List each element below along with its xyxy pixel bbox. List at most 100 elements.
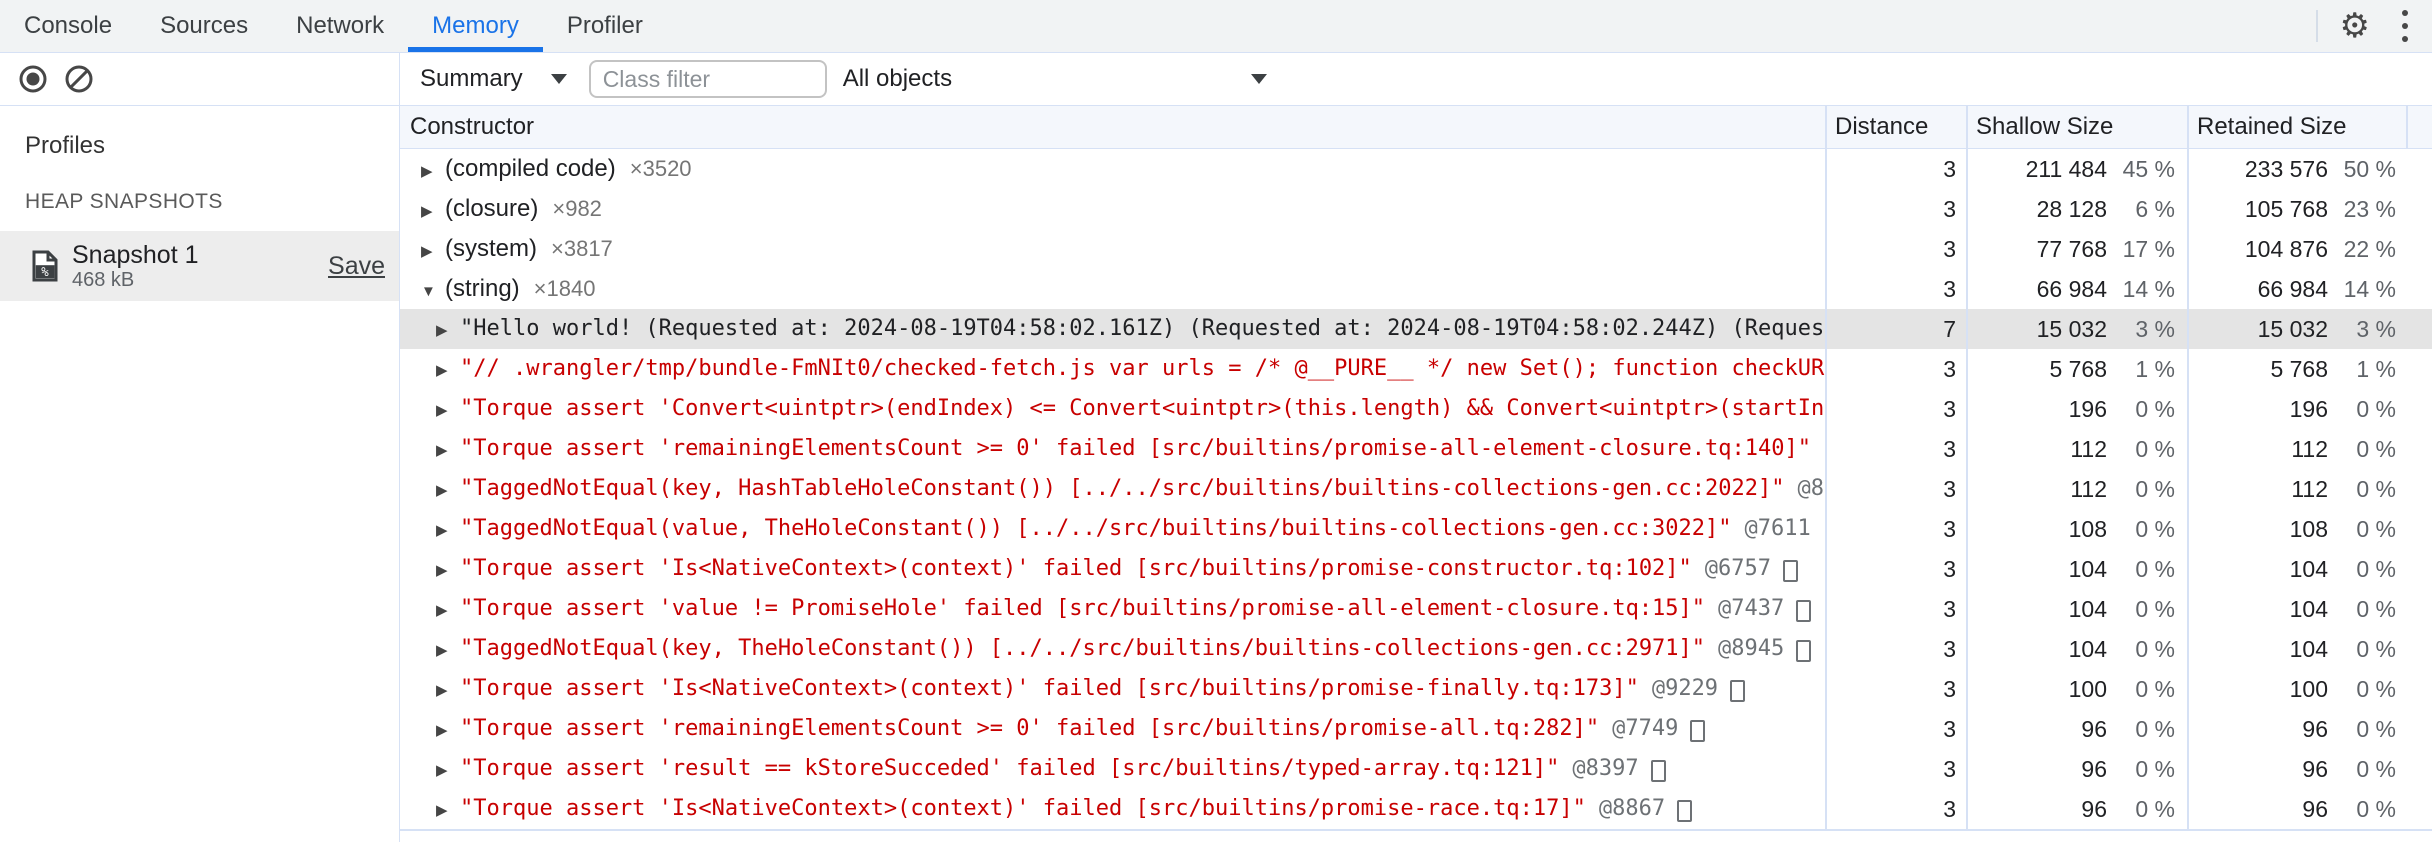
devtools-tabbar: Console Sources Network Memory Profiler ⚙ bbox=[0, 0, 2432, 53]
retained-size-cell: 233 576 50 % bbox=[2187, 149, 2408, 189]
base-snapshot-select[interactable]: All objects bbox=[843, 65, 1267, 93]
table-row[interactable]: ▶ "TaggedNotEqual(key, HashTableHoleConst… bbox=[400, 469, 2432, 509]
expand-arrow-icon[interactable]: ▶ bbox=[436, 431, 460, 469]
table-row[interactable]: ▶ "TaggedNotEqual(key, TheHoleConstant())… bbox=[400, 629, 2432, 669]
settings-gear-icon[interactable]: ⚙ bbox=[2340, 9, 2370, 43]
snapshot-save-link[interactable]: Save bbox=[328, 252, 385, 281]
table-row[interactable]: ▶ "Torque assert 'Is<NativeContext>(conte… bbox=[400, 789, 2432, 829]
chevron-down-icon bbox=[550, 74, 567, 84]
expand-arrow-icon[interactable]: ▶ bbox=[436, 511, 460, 549]
row-filler bbox=[2408, 669, 2432, 709]
distance-cell: 3 bbox=[1825, 189, 1966, 229]
table-row[interactable]: ▶ (closure) ×982 3 28 128 6 % 105 768 23 % bbox=[400, 189, 2432, 229]
expand-arrow-icon[interactable]: ▼ bbox=[421, 272, 445, 309]
expand-arrow-icon[interactable]: ▶ bbox=[436, 471, 460, 509]
constructor-cell: ▶ (closure) ×982 bbox=[400, 189, 1825, 229]
profiles-toolbar bbox=[0, 53, 399, 106]
table-row[interactable]: ▶ "Torque assert 'Is<NativeContext>(conte… bbox=[400, 549, 2432, 589]
retained-size-cell: 96 0 % bbox=[2187, 789, 2408, 829]
table-row[interactable]: ▶ (system) ×3817 3 77 768 17 % 104 876 22 % bbox=[400, 229, 2432, 269]
table-row[interactable]: ▶ "// .wrangler/tmp/bundle-FmNIt0/checked… bbox=[400, 349, 2432, 389]
distance-cell: 3 bbox=[1825, 229, 1966, 269]
snapshot-size: 468 kB bbox=[72, 269, 135, 291]
tab-sources[interactable]: Sources bbox=[136, 0, 272, 52]
constructor-name: "TaggedNotEqual(key, TheHoleConstant()) … bbox=[460, 636, 1706, 661]
tab-memory[interactable]: Memory bbox=[408, 0, 543, 52]
constructor-cell: ▶ "Torque assert 'Convert<uintptr>(endInd… bbox=[400, 389, 1825, 429]
constructor-cell: ▶ "Torque assert 'remainingElementsCount … bbox=[400, 709, 1825, 749]
expand-arrow-icon[interactable]: ▶ bbox=[421, 152, 445, 189]
perspective-select[interactable]: Summary bbox=[420, 65, 567, 93]
table-row[interactable]: ▼ (string) ×1840 3 66 984 14 % 66 984 14 % bbox=[400, 269, 2432, 309]
expand-arrow-icon[interactable]: ▶ bbox=[436, 311, 460, 349]
column-header-filler bbox=[2408, 106, 2432, 148]
expand-arrow-icon[interactable]: ▶ bbox=[436, 351, 460, 389]
constructor-cell: ▼ (string) ×1840 bbox=[400, 269, 1825, 309]
table-row[interactable]: ▶ "Torque assert 'result == kStoreSuccede… bbox=[400, 749, 2432, 789]
tab-profiler[interactable]: Profiler bbox=[543, 0, 667, 52]
table-row[interactable]: ▶ "TaggedNotEqual(value, TheHoleConstant(… bbox=[400, 509, 2432, 549]
devtools-window: Console Sources Network Memory Profiler ⚙ Pr… bbox=[0, 0, 2432, 842]
tab-network[interactable]: Network bbox=[272, 0, 408, 52]
shallow-size-cell: 196 0 % bbox=[1966, 389, 2187, 429]
constructor-cell: ▶ (compiled code) ×3520 bbox=[400, 149, 1825, 189]
shallow-size-cell: 104 0 % bbox=[1966, 589, 2187, 629]
column-header-retained-size[interactable]: Retained Size bbox=[2187, 106, 2408, 148]
expand-arrow-icon[interactable]: ▶ bbox=[436, 551, 460, 589]
tab-strip: Console Sources Network Memory Profiler bbox=[0, 0, 2316, 52]
row-filler bbox=[2408, 629, 2432, 669]
shallow-size-cell: 112 0 % bbox=[1966, 469, 2187, 509]
expand-arrow-icon[interactable]: ▶ bbox=[421, 192, 445, 229]
base-snapshot-select-value: All objects bbox=[842, 65, 953, 92]
constructor-cell: ▶ "TaggedNotEqual(value, TheHoleConstant(… bbox=[400, 509, 1825, 549]
table-row[interactable]: ▶ "Hello world! (Requested at: 2024-08-19… bbox=[400, 309, 2432, 349]
clear-profiles-icon[interactable] bbox=[65, 65, 93, 93]
distance-cell: 3 bbox=[1825, 709, 1966, 749]
retained-size-cell: 15 032 3 % bbox=[2187, 309, 2408, 349]
table-row[interactable]: ▶ "Torque assert 'Is<NativeContext>(conte… bbox=[400, 669, 2432, 709]
column-header-constructor[interactable]: Constructor bbox=[400, 106, 1825, 148]
expand-arrow-icon[interactable]: ▶ bbox=[421, 232, 445, 269]
constructor-name: (compiled code) bbox=[445, 155, 616, 182]
table-row[interactable]: ▶ "Torque assert 'remainingElementsCount … bbox=[400, 429, 2432, 469]
shallow-size-cell: 96 0 % bbox=[1966, 789, 2187, 829]
expand-arrow-icon[interactable]: ▶ bbox=[436, 591, 460, 629]
retained-size-cell: 66 984 14 % bbox=[2187, 269, 2408, 309]
devtools-content: Profiles HEAP SNAPSHOTS % Snapshot 1 468… bbox=[0, 53, 2432, 842]
grid-header: Constructor Distance Shallow Size Retain… bbox=[400, 106, 2432, 149]
retained-size-cell: 112 0 % bbox=[2187, 469, 2408, 509]
table-row[interactable]: ▶ (compiled code) ×3520 3 211 484 45 % 233 … bbox=[400, 149, 2432, 189]
tab-console[interactable]: Console bbox=[0, 0, 136, 52]
constructor-cell: ▶ "Torque assert 'remainingElementsCount … bbox=[400, 429, 1825, 469]
table-row[interactable]: ▶ "Torque assert 'value != PromiseHole' f… bbox=[400, 589, 2432, 629]
retained-size-cell: 100 0 % bbox=[2187, 669, 2408, 709]
record-heap-snapshot-icon[interactable] bbox=[19, 65, 47, 93]
expand-arrow-icon[interactable]: ▶ bbox=[436, 751, 460, 789]
expand-arrow-icon[interactable]: ▶ bbox=[436, 631, 460, 669]
expand-arrow-icon[interactable]: ▶ bbox=[436, 711, 460, 749]
instance-count: ×1840 bbox=[533, 276, 596, 301]
more-options-icon[interactable] bbox=[2396, 4, 2414, 48]
class-filter-input[interactable] bbox=[588, 60, 827, 98]
object-id: @8945 bbox=[1718, 636, 1785, 661]
expand-arrow-icon[interactable]: ▶ bbox=[436, 391, 460, 429]
distance-cell: 7 bbox=[1825, 309, 1966, 349]
distance-cell: 3 bbox=[1825, 349, 1966, 389]
table-row[interactable]: ▶ "Torque assert 'remainingElementsCount … bbox=[400, 709, 2432, 749]
memory-toolbar: Summary All objects bbox=[400, 53, 2432, 106]
row-filler bbox=[2408, 589, 2432, 629]
constructor-cell: ▶ "Torque assert 'Is<NativeContext>(conte… bbox=[400, 789, 1825, 829]
expand-arrow-icon[interactable]: ▶ bbox=[436, 671, 460, 709]
expand-arrow-icon[interactable]: ▶ bbox=[436, 791, 460, 829]
column-header-distance[interactable]: Distance bbox=[1825, 106, 1966, 148]
constructor-name: "Torque assert 'Is<NativeContext>(contex… bbox=[460, 796, 1586, 821]
retained-size-cell: 104 0 % bbox=[2187, 549, 2408, 589]
memory-panel: Summary All objects Constructor Distance… bbox=[400, 53, 2432, 842]
row-filler bbox=[2408, 269, 2432, 309]
sidebar-item-snapshot-1[interactable]: % Snapshot 1 468 kB Save bbox=[0, 231, 399, 301]
snapshot-info: Snapshot 1 468 kB bbox=[72, 241, 328, 291]
column-header-shallow-size[interactable]: Shallow Size bbox=[1966, 106, 2187, 148]
object-id: @7611 bbox=[1744, 516, 1811, 541]
detached-box-icon bbox=[1677, 799, 1693, 822]
table-row[interactable]: ▶ "Torque assert 'Convert<uintptr>(endInd… bbox=[400, 389, 2432, 429]
